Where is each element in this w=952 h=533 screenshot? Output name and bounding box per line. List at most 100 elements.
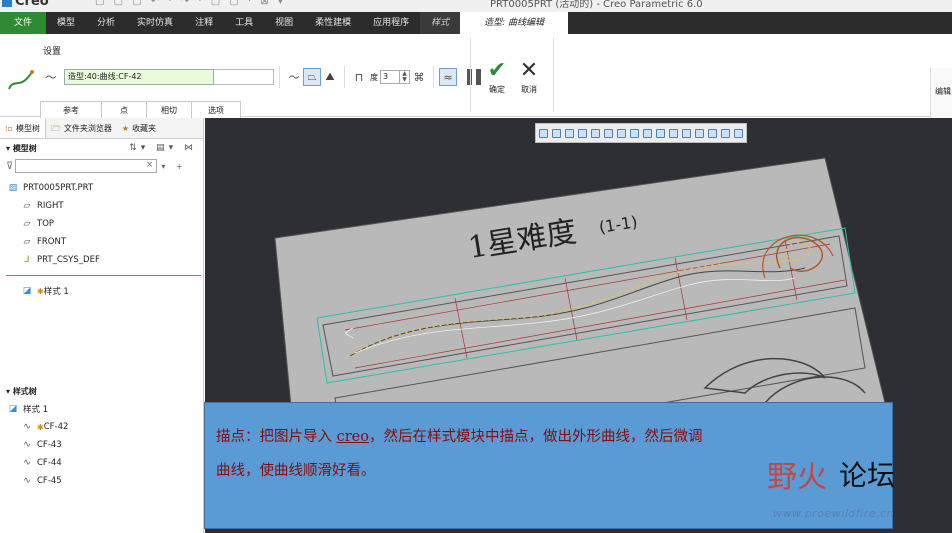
- tab-view[interactable]: 视图: [264, 12, 304, 34]
- add-filter-icon[interactable]: ▾ +: [161, 162, 186, 171]
- curvature-analysis-icon[interactable]: ⌘: [410, 68, 428, 86]
- tab-favorites-label: 收藏夹: [132, 123, 157, 133]
- tab-model-tree-label: 模型树: [15, 123, 40, 133]
- view-manager-icon[interactable]: [604, 128, 613, 138]
- watermark-text-2: 论坛: [839, 459, 896, 492]
- style-curve-cf45[interactable]: ∿ CF-45: [0, 472, 203, 490]
- tab-annotate[interactable]: 注释: [184, 12, 224, 34]
- model-tree-title: 模型树: [12, 143, 37, 153]
- perspective-icon[interactable]: [630, 128, 639, 138]
- tab-folder-browser[interactable]: 🗁 文件夹浏览器: [46, 118, 117, 138]
- spin-center-icon[interactable]: [669, 128, 678, 138]
- datum-plane-icon: ▱: [23, 219, 31, 229]
- watermark-text-1: 野火: [767, 460, 827, 495]
- tree-item-front[interactable]: ▱ FRONT: [0, 233, 203, 251]
- view-toolbar: [535, 123, 747, 143]
- tree-item-label: PRT_CSYS_DEF: [37, 255, 100, 265]
- style-tree-header[interactable]: ▾ 样式树: [0, 382, 203, 400]
- tree-item-top[interactable]: ▱ TOP: [0, 215, 203, 233]
- tab-analysis[interactable]: 分析: [86, 12, 126, 34]
- part-icon: ▨: [8, 183, 18, 193]
- tree-item-label: FRONT: [37, 237, 67, 247]
- tree-item-style[interactable]: ◪ ✱ 样式 1: [0, 282, 203, 300]
- free-point-icon[interactable]: 〜: [285, 68, 303, 86]
- annotation-display-icon[interactable]: [656, 128, 665, 138]
- subtab-points[interactable]: 点: [101, 101, 147, 118]
- degree-spinner[interactable]: ▲ ▼: [400, 70, 410, 84]
- tab-tools[interactable]: 工具: [224, 12, 264, 34]
- tree-item-csys[interactable]: ⅃ PRT_CSYS_DEF: [0, 251, 203, 269]
- csys-display-icon[interactable]: [695, 128, 704, 138]
- navigator-tabs: ⁞▫ 模型树 🗁 文件夹浏览器 ★ 收藏夹: [0, 118, 203, 139]
- tree-item-label: RIGHT: [37, 201, 64, 211]
- ribbon-tabs: 文件 模型 分析 实时仿真 注释 工具 视图 柔性建模 应用程序 样式 造型: …: [0, 12, 952, 34]
- tab-file[interactable]: 文件: [0, 12, 47, 34]
- subtab-references[interactable]: 参考: [40, 101, 102, 118]
- curve-icon: ∿: [23, 422, 31, 432]
- curve-collector-field[interactable]: 造型:40:曲线:CF-42: [64, 69, 214, 85]
- polygon-icon[interactable]: ⛰: [321, 68, 339, 86]
- clear-icon[interactable]: ×: [146, 160, 154, 170]
- tree-item-part[interactable]: ▨ PRT0005PRT.PRT: [0, 179, 203, 197]
- note-text: ，然后在样式模块中描点，做出外形曲线，然后微调: [368, 429, 703, 445]
- curve-edit-icon: [8, 70, 34, 90]
- edit-label[interactable]: 编辑: [935, 86, 951, 97]
- tab-folder-browser-label: 文件夹浏览器: [63, 123, 112, 133]
- dashboard-controls: 〜 造型:40:曲线:CF-42 〜 ⏢ ⛰ ⊓ 度 3 ▲ ▼ ⌘ ≈: [42, 66, 481, 88]
- tab-applications[interactable]: 应用程序: [362, 12, 420, 34]
- datum-display-icon[interactable]: [643, 128, 652, 138]
- toolbar-divider: [344, 66, 345, 88]
- curve-plot-icon[interactable]: ≈: [439, 68, 457, 86]
- note-creo-word: creo: [336, 429, 369, 445]
- toolbar-divider: [279, 66, 280, 88]
- subtab-options[interactable]: 选项: [191, 101, 241, 118]
- title-bar: Creo ▢ ▢ ▢ ↶ · ↷ · ▢ ▢ · ⊠ ▾ PRT0005PRT …: [0, 0, 952, 12]
- control-point-icon[interactable]: ⏢: [303, 68, 321, 86]
- style-tree-root[interactable]: ◪ 样式 1: [0, 400, 203, 418]
- insert-indicator: [6, 275, 201, 276]
- ok-button[interactable]: ✔ 确定: [485, 60, 509, 95]
- creo-logo-icon: [2, 0, 12, 7]
- repaint-icon[interactable]: [578, 128, 587, 138]
- refit-icon[interactable]: [539, 128, 548, 138]
- plane-display-icon[interactable]: [708, 128, 717, 138]
- tab-style[interactable]: 样式: [420, 12, 461, 34]
- grid-display-icon[interactable]: [721, 128, 730, 138]
- tab-favorites[interactable]: ★ 收藏夹: [117, 118, 161, 138]
- tree-item-right[interactable]: ▱ RIGHT: [0, 197, 203, 215]
- saved-orientations-icon[interactable]: [591, 128, 600, 138]
- tree-search-input[interactable]: ×: [15, 159, 158, 173]
- tab-flexible-modeling[interactable]: 柔性建模: [304, 12, 362, 34]
- tab-curve-edit[interactable]: 造型: 曲线编辑: [460, 12, 569, 34]
- model-tree-header[interactable]: ▾ 模型树 ⇅▾ ▤▾ ⋈: [0, 139, 203, 157]
- curve-icon: ∿: [23, 476, 31, 486]
- tab-model-tree[interactable]: ⁞▫ 模型树: [0, 118, 46, 138]
- tab-model[interactable]: 模型: [46, 12, 86, 34]
- style-display-icon[interactable]: [734, 128, 743, 138]
- filter-icon[interactable]: ⊽: [6, 161, 13, 172]
- curve-collector-extension[interactable]: [214, 69, 274, 85]
- style-curve-cf43[interactable]: ∿ CF-43: [0, 436, 203, 454]
- subtab-tangency[interactable]: 相切: [146, 101, 192, 118]
- zoom-out-icon[interactable]: [565, 128, 574, 138]
- style-curve-cf42[interactable]: ∿ ✱ CF-42: [0, 418, 203, 436]
- collapse-arrow-icon[interactable]: ▾: [6, 387, 13, 396]
- datum-plane-icon: ▱: [23, 201, 31, 211]
- degree-input[interactable]: 3: [380, 70, 400, 84]
- display-style-icon[interactable]: [617, 128, 626, 138]
- quick-access-toolbar[interactable]: ▢ ▢ ▢ ↶ · ↷ · ▢ ▢ · ⊠ ▾: [95, 0, 286, 7]
- csys-icon: ⅃: [24, 255, 30, 265]
- ok-label: 确定: [489, 85, 505, 94]
- point-display-icon[interactable]: [682, 128, 691, 138]
- tab-live-simulation[interactable]: 实时仿真: [126, 12, 184, 34]
- tree-settings-icons[interactable]: ⇅▾ ▤▾ ⋈: [129, 143, 197, 153]
- toolbar-divider: [470, 38, 471, 112]
- zoom-in-icon[interactable]: [552, 128, 561, 138]
- style-curve-cf44[interactable]: ∿ CF-44: [0, 454, 203, 472]
- collapse-arrow-icon[interactable]: ▾: [6, 144, 13, 153]
- curve-edit-dashboard: 设置 〜 造型:40:曲线:CF-42 〜 ⏢ ⛰ ⊓ 度 3 ▲ ▼ ⌘ ≈ ✔…: [0, 34, 952, 151]
- toolbar-divider: [433, 66, 434, 88]
- cancel-button[interactable]: ✕ 取消: [517, 60, 541, 95]
- curve-select-icon[interactable]: 〜: [42, 68, 60, 86]
- forum-watermark: 野火 论坛 www.proewildfire.cn: [767, 452, 947, 527]
